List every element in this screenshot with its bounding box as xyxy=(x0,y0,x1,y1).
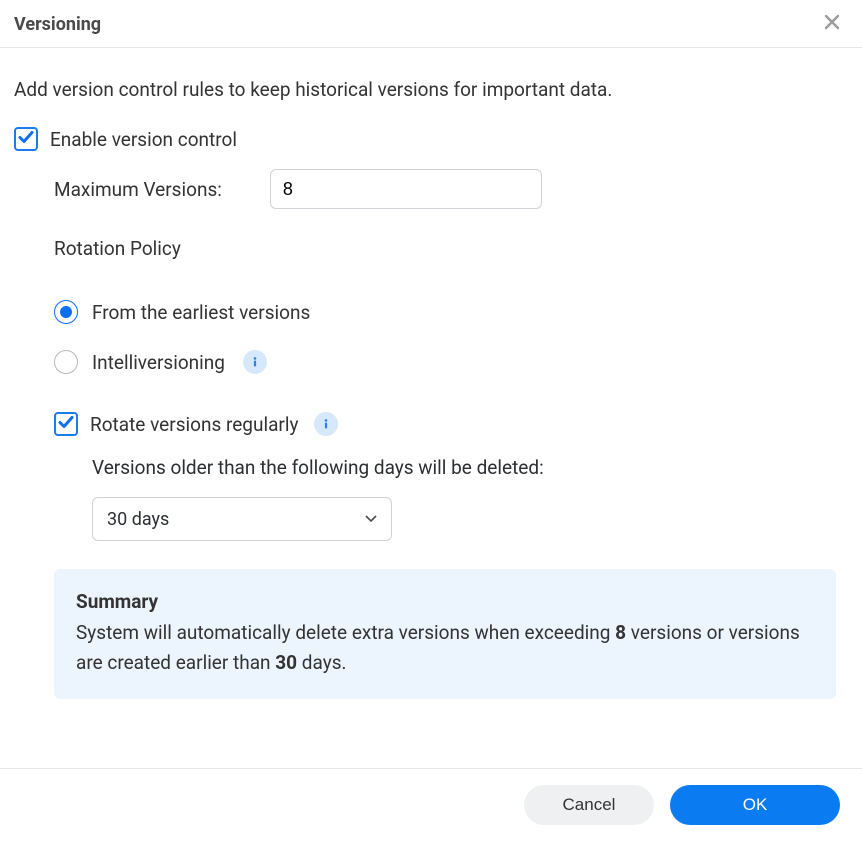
days-select-value: 30 days xyxy=(107,509,169,530)
intelliversioning-info-button[interactable] xyxy=(243,350,267,374)
cancel-button-label: Cancel xyxy=(563,795,616,815)
max-versions-input[interactable] xyxy=(270,169,542,209)
check-icon xyxy=(18,129,34,150)
summary-text-post: days. xyxy=(297,651,346,674)
enable-version-control-checkbox[interactable] xyxy=(14,127,38,151)
rotate-regularly-label: Rotate versions regularly xyxy=(90,413,298,436)
rotation-option-intelli-row: Intelliversioning xyxy=(54,350,848,374)
summary-text-pre: System will automatically delete extra v… xyxy=(76,621,615,644)
chevron-down-icon xyxy=(365,515,377,523)
summary-box: Summary System will automatically delete… xyxy=(54,569,836,699)
info-icon xyxy=(249,352,261,373)
summary-text: System will automatically delete extra v… xyxy=(76,618,814,677)
check-icon xyxy=(58,414,74,435)
rotation-option-earliest-radio[interactable] xyxy=(54,300,78,324)
rotate-regularly-description: Versions older than the following days w… xyxy=(92,456,848,479)
ok-button-label: OK xyxy=(743,795,768,815)
summary-bold-versions: 8 xyxy=(615,621,626,644)
rotation-option-earliest-row: From the earliest versions xyxy=(54,300,848,324)
dialog-footer: Cancel OK xyxy=(0,768,862,841)
versioning-dialog: Versioning Add version control rules to … xyxy=(0,0,862,841)
cancel-button[interactable]: Cancel xyxy=(524,785,654,825)
dialog-header: Versioning xyxy=(0,0,862,48)
rotation-policy-label: Rotation Policy xyxy=(54,237,848,260)
enable-version-control-row: Enable version control xyxy=(14,127,848,151)
rotation-option-intelli-label: Intelliversioning xyxy=(92,351,225,374)
days-select-wrap: 30 days xyxy=(92,497,848,541)
rotate-regularly-row: Rotate versions regularly xyxy=(54,412,848,436)
close-icon xyxy=(824,14,840,35)
dialog-body: Add version control rules to keep histor… xyxy=(0,48,862,768)
ok-button[interactable]: OK xyxy=(670,785,840,825)
description-text: Add version control rules to keep histor… xyxy=(14,78,848,101)
max-versions-label: Maximum Versions: xyxy=(54,178,222,201)
rotate-regularly-checkbox[interactable] xyxy=(54,412,78,436)
dialog-title: Versioning xyxy=(14,14,101,35)
enable-version-control-label: Enable version control xyxy=(50,128,237,151)
info-icon xyxy=(320,414,332,435)
summary-title: Summary xyxy=(76,587,814,616)
summary-bold-days: 30 xyxy=(275,651,297,674)
rotation-option-intelli-radio[interactable] xyxy=(54,350,78,374)
max-versions-row: Maximum Versions: xyxy=(54,169,848,209)
rotation-option-earliest-label: From the earliest versions xyxy=(92,301,310,324)
days-select[interactable]: 30 days xyxy=(92,497,392,541)
close-button[interactable] xyxy=(822,15,842,35)
rotate-regularly-info-button[interactable] xyxy=(314,412,338,436)
